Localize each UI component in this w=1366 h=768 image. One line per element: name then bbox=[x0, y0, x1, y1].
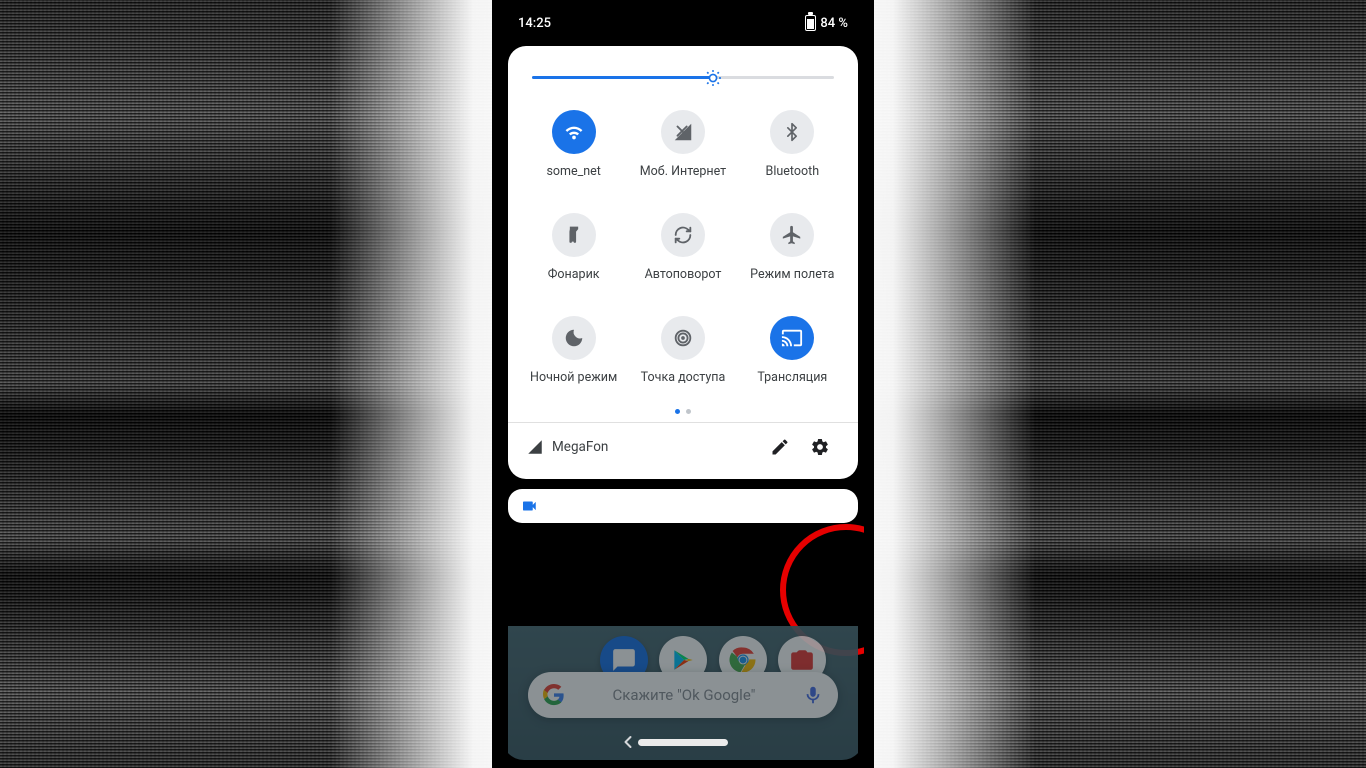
qs-tile-label: Точка доступа bbox=[641, 370, 726, 385]
phone-frame: 14:25 84 % bbox=[494, 0, 872, 768]
home-gesture-pill[interactable] bbox=[638, 739, 728, 746]
qs-tile-wifi[interactable]: some_net bbox=[522, 110, 625, 179]
video-icon bbox=[520, 497, 538, 515]
signal-icon bbox=[526, 438, 544, 456]
qs-tile-label: Ночной режим bbox=[530, 370, 617, 385]
pencil-icon bbox=[770, 437, 790, 457]
page-dot[interactable] bbox=[686, 409, 691, 414]
brightness-slider[interactable] bbox=[532, 64, 834, 92]
qs-tile-label: Режим полета bbox=[750, 267, 834, 282]
phone-screen: 14:25 84 % bbox=[502, 8, 864, 760]
autorotate-icon bbox=[661, 213, 705, 257]
settings-button[interactable] bbox=[800, 427, 840, 467]
qs-tile-cast[interactable]: Трансляция bbox=[741, 316, 844, 385]
qs-tile-nightmode[interactable]: Ночной режим bbox=[522, 316, 625, 385]
qs-tile-label: Моб. Интернет bbox=[640, 164, 726, 179]
wifi-icon bbox=[552, 110, 596, 154]
airplane-icon bbox=[770, 213, 814, 257]
back-button[interactable] bbox=[618, 732, 638, 752]
page-indicator bbox=[522, 409, 844, 414]
qs-footer: MegaFon bbox=[522, 423, 844, 471]
bluetooth-icon bbox=[770, 110, 814, 154]
qs-tile-autorotate[interactable]: Автоповорот bbox=[631, 213, 734, 282]
gear-icon bbox=[810, 437, 830, 457]
edit-button[interactable] bbox=[760, 427, 800, 467]
nav-bar bbox=[508, 724, 858, 760]
qs-tile-airplane[interactable]: Режим полета bbox=[741, 213, 844, 282]
flashlight-icon bbox=[552, 213, 596, 257]
cast-icon bbox=[770, 316, 814, 360]
carrier-name: MegaFon bbox=[552, 439, 608, 455]
qs-tile-label: Bluetooth bbox=[766, 164, 820, 179]
home-screen-dimmed: Скажите "Ok Google" bbox=[508, 626, 858, 760]
qs-tile-hotspot[interactable]: Точка доступа bbox=[631, 316, 734, 385]
hotspot-icon bbox=[661, 316, 705, 360]
battery-icon bbox=[805, 15, 816, 31]
qs-tile-label: Автоповорот bbox=[645, 267, 722, 282]
page-dot[interactable] bbox=[675, 409, 680, 414]
battery-percent: 84 % bbox=[820, 16, 848, 31]
notification-card[interactable] bbox=[508, 489, 858, 523]
nightmode-icon bbox=[552, 316, 596, 360]
brightness-thumb-icon[interactable] bbox=[703, 68, 723, 88]
qs-tile-label: Фонарик bbox=[548, 267, 600, 282]
qs-tile-label: Трансляция bbox=[757, 370, 827, 385]
mobiledata-icon bbox=[661, 110, 705, 154]
quick-settings-grid: some_net Моб. Интернет Bluetooth Фонарик Авт… bbox=[522, 110, 844, 385]
status-bar: 14:25 84 % bbox=[502, 8, 864, 38]
qs-tile-mobiledata[interactable]: Моб. Интернет bbox=[631, 110, 734, 179]
status-time: 14:25 bbox=[518, 16, 551, 31]
quick-settings-panel: some_net Моб. Интернет Bluetooth Фонарик Авт… bbox=[508, 46, 858, 479]
qs-tile-flashlight[interactable]: Фонарик bbox=[522, 213, 625, 282]
qs-tile-bluetooth[interactable]: Bluetooth bbox=[741, 110, 844, 179]
qs-tile-label: some_net bbox=[546, 164, 600, 179]
